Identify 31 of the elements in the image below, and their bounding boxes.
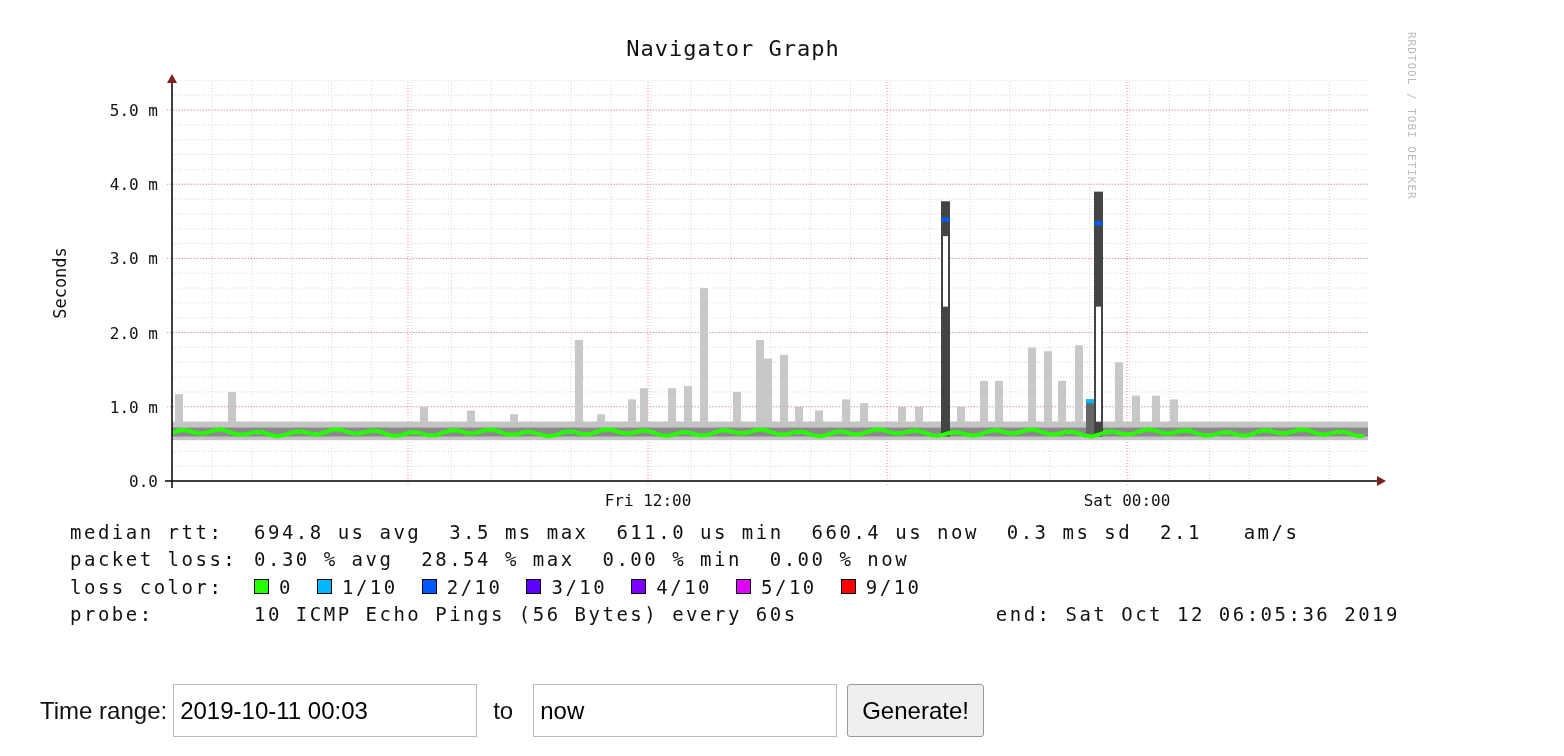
loss-level-label: 3/10: [551, 575, 608, 598]
loss-level-label: 1/10: [341, 575, 398, 598]
y-tick-label: 2.0 m: [109, 323, 158, 343]
legend-label: median rtt:: [70, 520, 225, 543]
legend-value: 694.8 us avg 3.5 ms max 611.0 us min 660.4 us now 0.3 ms sd 2.1 am/s: [254, 520, 1300, 543]
to-input-field[interactable]: now: [533, 684, 838, 737]
y-axis-label: Seconds: [50, 247, 70, 319]
to-label: to: [493, 696, 514, 725]
loss-level-label: 9/10: [865, 575, 922, 598]
y-tick-label: 0.0: [129, 472, 158, 491]
generate-button[interactable]: Generate!: [847, 684, 984, 737]
end-time: end: Sat Oct 12 06:05:36 2019: [995, 603, 1400, 626]
loss-level-label: 4/10: [656, 575, 712, 598]
legend-label: probe:: [70, 603, 155, 626]
loss-level-label: 0: [279, 575, 293, 598]
x-tick-label: Fri 12:00: [604, 491, 692, 510]
from-input-field[interactable]: 2019-10-11 00:03: [173, 684, 478, 737]
x-tick-label: Sat 00:00: [1083, 491, 1171, 510]
legend-label: packet loss:: [70, 548, 239, 571]
loss-level-label: 5/10: [761, 575, 817, 598]
legend-label: loss color:: [70, 575, 225, 598]
legend-value: 0.30 % avg 28.54 % max 0.00 % min 0.00 % now: [254, 548, 910, 571]
time-range-label: Time range:: [40, 696, 168, 725]
y-tick-label: 4.0 m: [109, 175, 158, 195]
graph-credit: RRDTOOL / TOBI OETIKER: [1405, 32, 1418, 200]
probe-description: 10 ICMP Echo Pings (56 Bytes) every 60s: [254, 603, 798, 626]
graph-title: Navigator Graph: [626, 36, 840, 61]
y-tick-label: 1.0 m: [109, 397, 158, 417]
loss-level-label: 2/10: [446, 575, 503, 598]
y-tick-label: 5.0 m: [109, 101, 158, 120]
y-tick-label: 3.0 m: [109, 249, 158, 269]
